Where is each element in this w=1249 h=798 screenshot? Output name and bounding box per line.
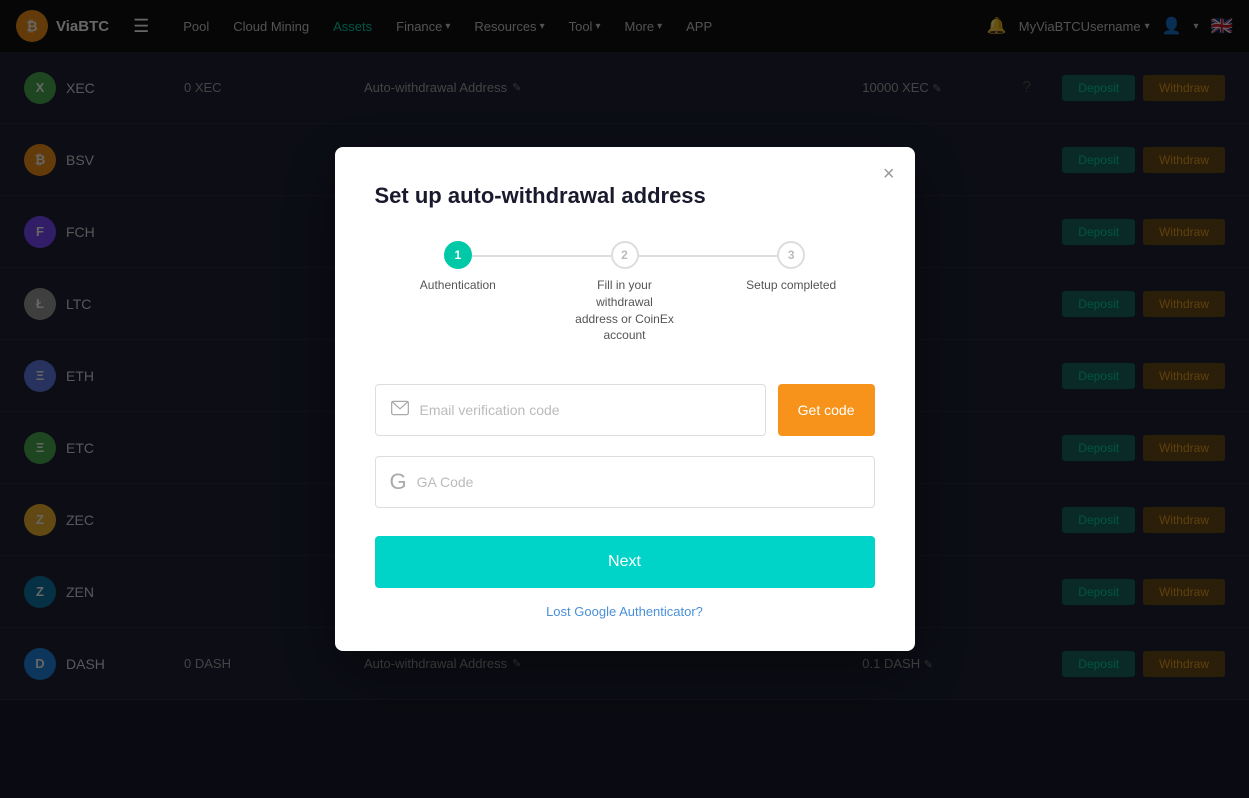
step-1: 1 Authentication bbox=[375, 241, 542, 294]
ga-input-group: G bbox=[375, 456, 875, 508]
email-row: Get code bbox=[375, 384, 875, 436]
email-verification-input[interactable] bbox=[420, 402, 751, 418]
step-2-label: Fill in your withdrawal address or CoinE… bbox=[575, 277, 675, 344]
step-2-circle: 2 bbox=[611, 241, 639, 269]
ga-icon: G bbox=[390, 469, 407, 495]
email-icon bbox=[390, 398, 410, 423]
ga-code-input[interactable] bbox=[417, 474, 860, 490]
step-3: 3 Setup completed bbox=[708, 241, 875, 294]
modal-overlay: × Set up auto-withdrawal address 1 Authe… bbox=[0, 0, 1249, 798]
get-code-button[interactable]: Get code bbox=[778, 384, 875, 436]
lost-ga-link[interactable]: Lost Google Authenticator? bbox=[375, 604, 875, 619]
step-1-circle: 1 bbox=[444, 241, 472, 269]
stepper: 1 Authentication 2 Fill in your withdraw… bbox=[375, 241, 875, 344]
step-3-circle: 3 bbox=[777, 241, 805, 269]
step-1-label: Authentication bbox=[420, 277, 496, 294]
modal-close-button[interactable]: × bbox=[883, 163, 895, 186]
step-line-2 bbox=[639, 255, 778, 257]
email-input-group bbox=[375, 384, 766, 436]
modal-title: Set up auto-withdrawal address bbox=[375, 183, 875, 209]
next-button[interactable]: Next bbox=[375, 536, 875, 588]
step-line-1 bbox=[472, 255, 611, 257]
auto-withdrawal-modal: × Set up auto-withdrawal address 1 Authe… bbox=[335, 147, 915, 651]
step-3-label: Setup completed bbox=[746, 277, 836, 294]
